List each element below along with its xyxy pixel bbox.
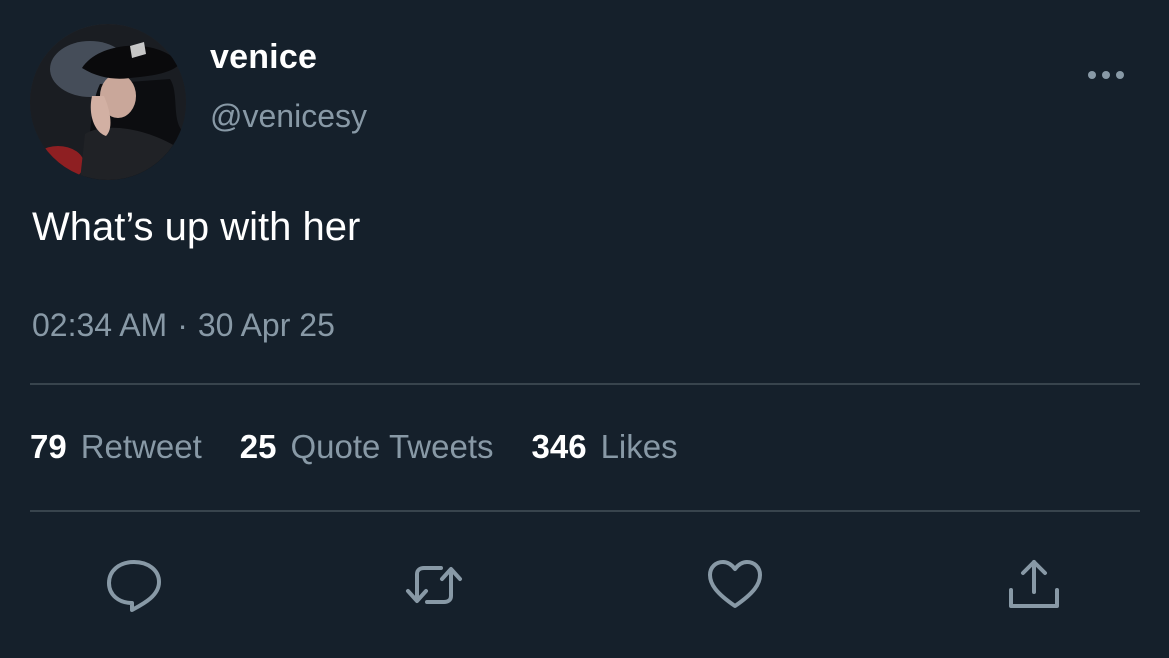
display-name[interactable]: venice [210,38,317,77]
divider [30,383,1140,385]
like-button[interactable] [705,555,765,615]
retweet-count: 79 [30,428,67,465]
tweet-time: 02:34 AM [32,307,168,343]
quote-tweets-label: Quote Tweets [290,428,494,465]
more-options-button[interactable] [1080,58,1132,92]
reply-button[interactable] [104,555,164,615]
tweet-stats: 79 Retweet 25 Quote Tweets 346 Likes [30,428,716,466]
tweet-text: What’s up with her [32,205,361,249]
tweet-detail: venice @venicesy What’s up with her 02:3… [0,0,1169,658]
likes-label: Likes [600,428,678,465]
quote-tweets-link[interactable]: 25 Quote Tweets [240,428,494,466]
user-handle[interactable]: @venicesy [210,98,367,135]
retweet-label: Retweet [80,428,202,465]
ellipsis-icon [1088,71,1124,79]
tweet-date: 30 Apr 25 [197,307,335,343]
timestamp-separator: · [177,307,188,343]
share-upload-icon [1009,560,1059,608]
share-button[interactable] [1004,555,1064,615]
tweet-timestamp[interactable]: 02:34 AM · 30 Apr 25 [32,307,335,344]
likes-count: 346 [531,428,587,465]
retweet-button[interactable] [404,555,464,615]
quote-tweets-count: 25 [239,428,277,465]
likes-link[interactable]: 346 Likes [532,428,678,466]
avatar[interactable] [30,24,186,180]
retweet-arrows-icon [406,566,462,604]
speech-bubble-icon [107,560,161,612]
retweet-count-link[interactable]: 79 Retweet [30,428,202,466]
heart-outline-icon [708,560,762,608]
divider [30,510,1140,512]
avatar-photo-icon [30,24,186,180]
